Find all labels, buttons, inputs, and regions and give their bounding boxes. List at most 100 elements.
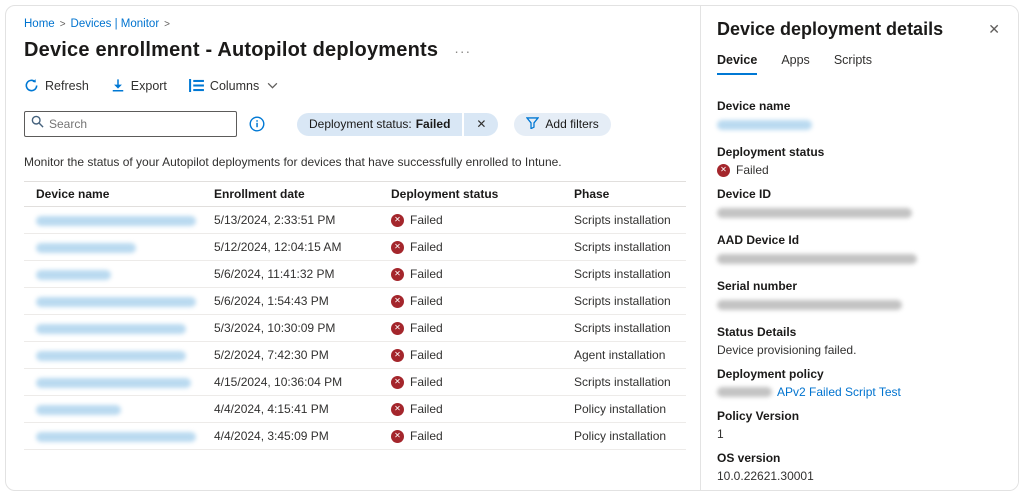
refresh-button[interactable]: Refresh bbox=[24, 78, 89, 93]
status-label: Failed bbox=[410, 240, 443, 254]
phase-cell: Scripts installation bbox=[562, 213, 686, 227]
panel-field: Device name bbox=[717, 99, 1000, 135]
failed-status-icon bbox=[391, 430, 404, 443]
filter-chip-key: Deployment status: bbox=[309, 117, 412, 131]
device-name-redacted bbox=[36, 405, 121, 415]
status-label: Failed bbox=[410, 429, 443, 443]
field-label: Device name bbox=[717, 99, 1000, 113]
tab-scripts[interactable]: Scripts bbox=[834, 53, 872, 75]
filter-chip-value: Failed bbox=[416, 117, 451, 131]
failed-status-icon bbox=[391, 295, 404, 308]
phase-cell: Scripts installation bbox=[562, 375, 686, 389]
panel-field: Deployment statusFailed bbox=[717, 145, 1000, 177]
breadcrumb-separator: > bbox=[60, 19, 66, 30]
table-row[interactable]: 4/15/2024, 10:36:04 PM Failed Scripts in… bbox=[24, 369, 686, 396]
panel-field: AAD Device Id bbox=[717, 233, 1000, 269]
field-value: 1 bbox=[717, 427, 1000, 441]
field-label: OS version bbox=[717, 451, 1000, 465]
status-label: Failed bbox=[410, 267, 443, 281]
phase-cell: Scripts installation bbox=[562, 294, 686, 308]
filter-chip-remove-icon[interactable]: ✕ bbox=[464, 113, 498, 136]
enrollment-date-cell: 5/6/2024, 1:54:43 PM bbox=[202, 294, 379, 308]
device-name-redacted bbox=[36, 243, 136, 253]
panel-field: OS version10.0.22621.30001 bbox=[717, 451, 1000, 483]
field-label: Device ID bbox=[717, 187, 1000, 201]
portal-card: Home > Devices | Monitor > Device enroll… bbox=[5, 5, 1019, 491]
phase-cell: Scripts installation bbox=[562, 267, 686, 281]
panel-field: Serial number bbox=[717, 279, 1000, 315]
chevron-down-icon bbox=[267, 82, 278, 89]
export-button[interactable]: Export bbox=[111, 78, 167, 93]
policy-prefix-redacted bbox=[717, 387, 772, 397]
breadcrumb-separator: > bbox=[164, 19, 170, 30]
add-filters-label: Add filters bbox=[545, 117, 598, 131]
search-box[interactable] bbox=[24, 111, 237, 137]
field-value-redacted bbox=[717, 300, 902, 310]
filter-chip-label[interactable]: Deployment status: Failed bbox=[297, 113, 462, 136]
table-row[interactable]: 5/3/2024, 10:30:09 PM Failed Scripts ins… bbox=[24, 315, 686, 342]
refresh-icon bbox=[24, 78, 39, 93]
tab-device[interactable]: Device bbox=[717, 53, 757, 75]
failed-status-icon bbox=[717, 164, 730, 177]
phase-cell: Policy installation bbox=[562, 402, 686, 416]
status-label: Failed bbox=[410, 321, 443, 335]
failed-status-icon bbox=[391, 349, 404, 362]
panel-field: Policy Version1 bbox=[717, 409, 1000, 441]
field-value-redacted bbox=[717, 120, 812, 130]
field-label: Deployment policy bbox=[717, 367, 1000, 381]
column-header-phase[interactable]: Phase bbox=[562, 187, 686, 201]
deployments-table: Device name Enrollment date Deployment s… bbox=[24, 181, 686, 450]
close-icon[interactable]: ✕ bbox=[988, 21, 1000, 38]
filter-row: Deployment status: Failed ✕ Add filters bbox=[24, 111, 686, 137]
enrollment-date-cell: 5/3/2024, 10:30:09 PM bbox=[202, 321, 379, 335]
device-name-redacted bbox=[36, 324, 186, 334]
phase-cell: Agent installation bbox=[562, 348, 686, 362]
panel-title: Device deployment details bbox=[717, 19, 943, 40]
phase-cell: Scripts installation bbox=[562, 321, 686, 335]
column-header-device-name[interactable]: Device name bbox=[24, 187, 202, 201]
status-label: Failed bbox=[410, 294, 443, 308]
field-value: Failed bbox=[736, 163, 769, 177]
columns-label: Columns bbox=[210, 79, 259, 93]
enrollment-date-cell: 4/15/2024, 10:36:04 PM bbox=[202, 375, 379, 389]
breadcrumb-devices-monitor-link[interactable]: Devices | Monitor bbox=[71, 18, 160, 30]
filter-chip-deployment-status: Deployment status: Failed ✕ bbox=[297, 113, 498, 136]
search-icon bbox=[31, 115, 44, 133]
device-name-redacted bbox=[36, 351, 186, 361]
panel-fields: Device name Deployment statusFailed Device… bbox=[717, 99, 1000, 483]
field-value-redacted bbox=[717, 208, 912, 218]
tab-apps[interactable]: Apps bbox=[781, 53, 810, 75]
device-name-redacted bbox=[36, 297, 196, 307]
table-body: 5/13/2024, 2:33:51 PM Failed Scripts ins… bbox=[24, 207, 686, 450]
add-filters-button[interactable]: Add filters bbox=[514, 113, 610, 136]
info-icon[interactable] bbox=[249, 116, 265, 132]
table-row[interactable]: 5/6/2024, 11:41:32 PM Failed Scripts ins… bbox=[24, 261, 686, 288]
more-menu-icon[interactable]: ··· bbox=[454, 46, 471, 56]
table-row[interactable]: 4/4/2024, 4:15:41 PM Failed Policy insta… bbox=[24, 396, 686, 423]
table-row[interactable]: 4/4/2024, 3:45:09 PM Failed Policy insta… bbox=[24, 423, 686, 450]
deployment-policy-value: APv2 Failed Script Test bbox=[717, 385, 1000, 399]
table-row[interactable]: 5/2/2024, 7:42:30 PM Failed Agent instal… bbox=[24, 342, 686, 369]
page-description: Monitor the status of your Autopilot dep… bbox=[24, 155, 686, 169]
phase-cell: Scripts installation bbox=[562, 240, 686, 254]
breadcrumb-home-link[interactable]: Home bbox=[24, 18, 55, 30]
column-header-enrollment-date[interactable]: Enrollment date bbox=[202, 187, 379, 201]
status-label: Failed bbox=[410, 213, 443, 227]
panel-field: Deployment policy APv2 Failed Script Test bbox=[717, 367, 1000, 399]
failed-status-icon bbox=[391, 403, 404, 416]
field-label: Serial number bbox=[717, 279, 1000, 293]
table-row[interactable]: 5/12/2024, 12:04:15 AM Failed Scripts in… bbox=[24, 234, 686, 261]
table-row[interactable]: 5/6/2024, 1:54:43 PM Failed Scripts inst… bbox=[24, 288, 686, 315]
device-name-redacted bbox=[36, 216, 196, 226]
field-label: AAD Device Id bbox=[717, 233, 1000, 247]
search-input[interactable] bbox=[49, 117, 230, 131]
columns-button[interactable]: Columns bbox=[189, 79, 278, 93]
deployment-policy-link[interactable]: APv2 Failed Script Test bbox=[777, 385, 901, 399]
deployment-status-value: Failed bbox=[717, 163, 1000, 177]
column-header-deployment-status[interactable]: Deployment status bbox=[379, 187, 562, 201]
table-row[interactable]: 5/13/2024, 2:33:51 PM Failed Scripts ins… bbox=[24, 207, 686, 234]
enrollment-date-cell: 4/4/2024, 4:15:41 PM bbox=[202, 402, 379, 416]
enrollment-date-cell: 5/2/2024, 7:42:30 PM bbox=[202, 348, 379, 362]
columns-icon bbox=[189, 79, 204, 92]
panel-field: Device ID bbox=[717, 187, 1000, 223]
